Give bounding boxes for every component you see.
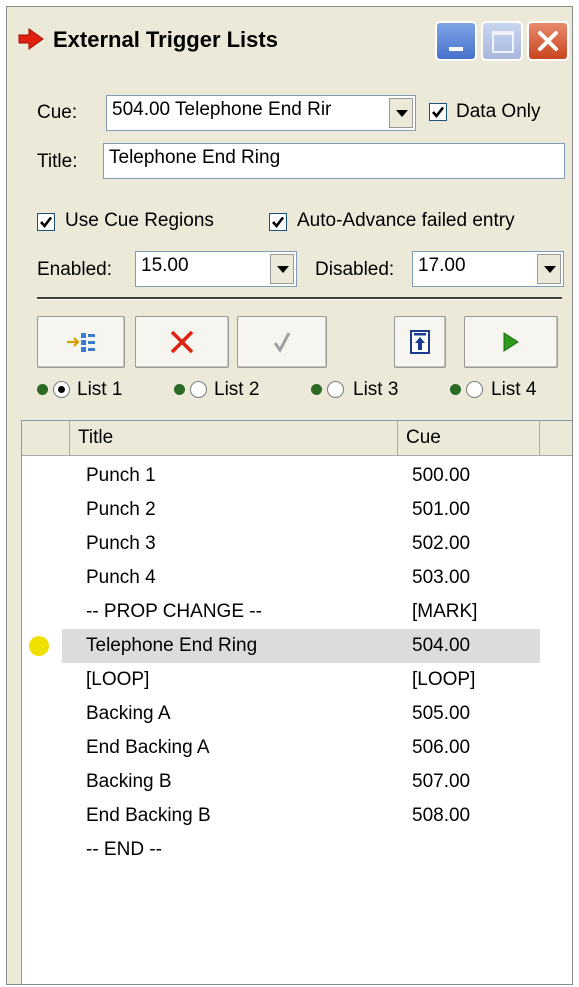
- use-cue-regions-checkbox[interactable]: [37, 213, 55, 231]
- title-input[interactable]: Telephone End Ring: [103, 143, 565, 179]
- list-4-radio[interactable]: [466, 381, 483, 398]
- row-cue: 504.00: [412, 635, 471, 656]
- row-cue: 501.00: [412, 499, 471, 520]
- delete-x-icon: [170, 330, 194, 354]
- data-only-checkbox[interactable]: [429, 103, 447, 121]
- insert-list-icon: [67, 333, 95, 352]
- red-arrow-icon: [18, 28, 44, 50]
- row-title: Punch 4: [86, 567, 156, 588]
- list-3-label: List 3: [353, 379, 399, 400]
- row-cue: 500.00: [412, 465, 471, 486]
- insert-entry-button[interactable]: [37, 316, 125, 368]
- chevron-down-icon[interactable]: [389, 98, 413, 128]
- status-dot-icon: [311, 384, 322, 395]
- delete-entry-button[interactable]: [135, 316, 229, 368]
- row-title: End Backing A: [86, 737, 210, 758]
- row-cue: 503.00: [412, 567, 471, 588]
- row-title: Backing A: [86, 703, 171, 724]
- checkmark-icon: [272, 216, 285, 229]
- table-row[interactable]: Punch 4 503.00: [22, 561, 572, 595]
- table-row[interactable]: [LOOP] [LOOP]: [22, 663, 572, 697]
- checkmark-icon: [273, 332, 291, 353]
- data-only-label: Data Only: [456, 101, 541, 122]
- table-row[interactable]: End Backing A 506.00: [22, 731, 572, 765]
- window-title: External Trigger Lists: [53, 27, 278, 52]
- title-label: Title:: [37, 151, 78, 172]
- list-2-radio[interactable]: [190, 381, 207, 398]
- enabled-select-value: 15.00: [141, 255, 189, 276]
- title-bar[interactable]: External Trigger Lists: [7, 7, 572, 71]
- row-cue: 507.00: [412, 771, 471, 792]
- table-row[interactable]: Backing B 507.00: [22, 765, 572, 799]
- title-column-header[interactable]: Title: [70, 421, 398, 455]
- play-icon: [503, 332, 519, 352]
- cue-select[interactable]: 504.00 Telephone End Rir: [106, 95, 416, 131]
- confirm-entry-button[interactable]: [237, 316, 327, 368]
- disabled-select-value: 17.00: [418, 255, 466, 276]
- table-row[interactable]: Punch 3 502.00: [22, 527, 572, 561]
- enabled-select[interactable]: 15.00: [135, 251, 297, 287]
- row-title: -- END --: [86, 839, 162, 860]
- auto-advance-label: Auto-Advance failed entry: [297, 210, 515, 231]
- move-to-top-icon: [410, 330, 430, 354]
- trigger-list-table[interactable]: Title Cue Punch 1 500.00 Punch 2 501.00 …: [21, 420, 572, 984]
- row-cue: [MARK]: [412, 601, 478, 622]
- table-row[interactable]: End Backing B 508.00: [22, 799, 572, 833]
- cue-select-value: 504.00 Telephone End Rir: [112, 99, 332, 120]
- row-cue: 502.00: [412, 533, 471, 554]
- divider: [37, 297, 562, 300]
- status-dot-icon: [450, 384, 461, 395]
- minimize-icon: [449, 47, 463, 51]
- current-cue-marker-icon: [29, 636, 49, 656]
- table-row-current[interactable]: Telephone End Ring 504.00: [22, 629, 572, 663]
- row-title: Punch 1: [86, 465, 156, 486]
- chevron-down-icon[interactable]: [537, 254, 561, 284]
- list-2-label: List 2: [214, 379, 260, 400]
- maximize-button[interactable]: [481, 21, 523, 61]
- row-title: Telephone End Ring: [86, 635, 258, 656]
- row-title: -- PROP CHANGE --: [86, 601, 262, 622]
- table-header: Title Cue: [22, 421, 572, 456]
- disabled-label: Disabled:: [315, 259, 395, 280]
- minimize-button[interactable]: [435, 21, 477, 61]
- row-title: [LOOP]: [86, 669, 150, 690]
- table-row[interactable]: Punch 1 500.00: [22, 459, 572, 493]
- list-4-label: List 4: [491, 379, 537, 400]
- row-title: End Backing B: [86, 805, 211, 826]
- table-row[interactable]: -- END --: [22, 833, 572, 867]
- row-title: Punch 3: [86, 533, 156, 554]
- auto-advance-checkbox[interactable]: [269, 213, 287, 231]
- marker-column-header[interactable]: [22, 421, 70, 455]
- play-button[interactable]: [464, 316, 558, 368]
- status-dot-icon: [37, 384, 48, 395]
- row-title: Punch 2: [86, 499, 156, 520]
- cue-label: Cue:: [37, 102, 78, 123]
- status-dot-icon: [174, 384, 185, 395]
- close-button[interactable]: [527, 21, 569, 61]
- row-title: Backing B: [86, 771, 172, 792]
- enabled-label: Enabled:: [37, 259, 113, 280]
- list-1-radio[interactable]: [53, 381, 70, 398]
- row-cue: 505.00: [412, 703, 471, 724]
- move-to-top-button[interactable]: [394, 316, 446, 368]
- chevron-down-icon[interactable]: [270, 254, 294, 284]
- checkmark-icon: [432, 106, 445, 119]
- list-3-radio[interactable]: [327, 381, 344, 398]
- maximize-icon: [492, 31, 514, 53]
- cue-column-header[interactable]: Cue: [398, 421, 540, 455]
- list-1-label: List 1: [77, 379, 123, 400]
- table-row[interactable]: -- PROP CHANGE -- [MARK]: [22, 595, 572, 629]
- table-row[interactable]: Backing A 505.00: [22, 697, 572, 731]
- checkmark-icon: [40, 216, 53, 229]
- external-trigger-lists-window: External Trigger Lists Cue: 504.00 Telep…: [6, 6, 573, 985]
- row-cue: [LOOP]: [412, 669, 476, 690]
- table-row[interactable]: Punch 2 501.00: [22, 493, 572, 527]
- use-cue-regions-label: Use Cue Regions: [65, 210, 214, 231]
- disabled-select[interactable]: 17.00: [412, 251, 564, 287]
- row-cue: 506.00: [412, 737, 471, 758]
- close-icon: [538, 31, 558, 51]
- row-cue: 508.00: [412, 805, 471, 826]
- title-input-value: Telephone End Ring: [109, 147, 281, 168]
